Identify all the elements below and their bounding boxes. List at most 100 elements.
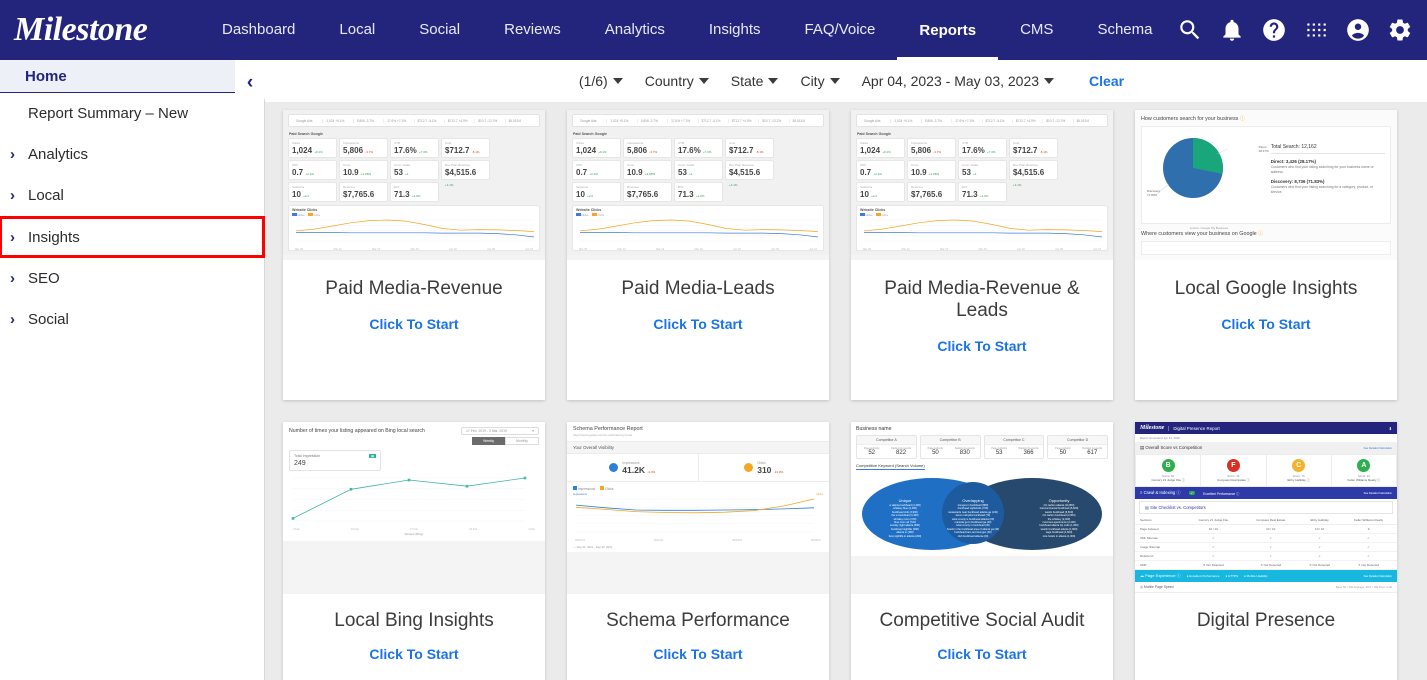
sidebar-item-report-summary-new[interactable]: Report Summary – New	[0, 93, 264, 134]
see-more-link[interactable]: See Detailed Calculation	[1364, 492, 1392, 495]
report-card-local-google-insights[interactable]: How customers search for your business ⓘ…	[1135, 110, 1397, 400]
state-filter-dropdown[interactable]: State	[720, 73, 790, 89]
performance-badge: ✓	[1188, 491, 1196, 495]
nav-link-local[interactable]: Local	[317, 0, 397, 60]
city-filter-dropdown[interactable]: City	[789, 73, 850, 89]
report-card-digital-presence[interactable]: Milestone Digital Presence Report ⬇ Report …	[1135, 422, 1397, 680]
report-card-paid-media-revenue[interactable]: Google Ads 1,024 +9.1% 5,806 -3.7% 17.6% +7…	[283, 110, 545, 400]
click-to-start-link[interactable]: Click To Start	[369, 316, 458, 332]
search-breakdown-pie-chart	[1156, 138, 1228, 198]
sidebar-item-social[interactable]: › Social	[0, 299, 264, 340]
report-card-paid-media-revenue-leads[interactable]: Google Ads 1,024 +9.1% 5,806 -3.7% 17.6% +7…	[851, 110, 1113, 400]
report-card-local-bing-insights[interactable]: Number of times your listing appeared on…	[283, 422, 545, 680]
section-title: ▤ Overall Score vs Competition	[1140, 445, 1203, 450]
metric-tile: Revenue$7,765.6 +17.1%	[623, 182, 672, 209]
nav-link-faq-voice[interactable]: FAQ/Voice	[783, 0, 898, 60]
metric-value: 1,024 +9.1%	[292, 146, 323, 155]
table-header-cell: Keller Williams Realty	[1340, 516, 1397, 525]
paid-media-thumbnail: Google Ads 1,024 +9.1% 5,806 -3.7% 17.6% +7…	[851, 110, 1113, 255]
download-icon[interactable]: ⬇	[1389, 426, 1392, 431]
table-cell: ✓	[1340, 533, 1397, 543]
report-card-schema-performance[interactable]: Schema Performance Report https://www.get…	[567, 422, 829, 680]
metric-tile: CTR 17.6% +7.3%	[958, 138, 1007, 158]
nav-link-schema[interactable]: Schema	[1075, 0, 1174, 60]
metric-delta: -5.1%	[471, 150, 480, 154]
settings-gear-icon[interactable]	[1387, 17, 1413, 43]
sidebar-collapse-button[interactable]: ‹	[235, 60, 265, 106]
metric-delta: +4.0%	[411, 194, 421, 198]
report-card-competitive-social-audit[interactable]: Business name Competitor A Page Authority 5…	[851, 422, 1113, 680]
metric-delta: +1	[973, 172, 977, 176]
thumb-channel-name: Google Ads	[861, 118, 892, 123]
search-stat-row: Direct: 3,426 (28.17%) Customers who find…	[1271, 159, 1385, 174]
report-card-paid-media-leads[interactable]: Google Ads 1,024 +9.1% 5,806 -3.7% 17.6% +7…	[567, 110, 829, 400]
account-icon[interactable]	[1345, 17, 1371, 43]
bell-icon[interactable]	[1219, 17, 1245, 43]
nav-link-analytics[interactable]: Analytics	[583, 0, 687, 60]
report-card-title: Schema Performance	[606, 610, 790, 631]
click-to-start-link[interactable]: Click To Start	[653, 646, 742, 662]
table-cell: 10 / 10	[1184, 524, 1243, 534]
metric-value: 5,806 -3.7%	[911, 146, 942, 155]
milestone-logo[interactable]: Milestone	[0, 11, 200, 49]
see-more-link[interactable]: See Detailed Calculation	[1364, 575, 1392, 578]
sidebar-item-analytics[interactable]: › Analytics	[0, 134, 264, 175]
page-indicator-label: (1/6)	[578, 73, 608, 89]
click-to-start-link[interactable]: Click To Start	[937, 338, 1026, 354]
search-icon[interactable]	[1177, 17, 1203, 43]
clear-filters-button[interactable]: Clear	[1065, 73, 1124, 89]
nav-link-dashboard[interactable]: Dashboard	[200, 0, 317, 60]
metric-tile: ROI 71.3 +4.0%	[958, 182, 1007, 202]
report-thumbnail: Number of times your listing appeared on…	[283, 422, 545, 594]
competitive-social-thumbnail: Business name Competitor A Page Authority 5…	[851, 422, 1113, 556]
metric-delta: +3.08%	[928, 172, 940, 176]
nav-link-insights[interactable]: Insights	[687, 0, 783, 60]
top-nav-icon-group	[1177, 0, 1421, 60]
business-name-label: Business name	[856, 426, 892, 432]
axis-right-label: Clicks	[816, 493, 823, 496]
thumb-topbar-cell: 17.6% +7.3%	[668, 118, 699, 123]
section-title: ≡ Crawl & Indexing ⓘ	[1140, 490, 1181, 495]
bing-tab-weekly[interactable]: Weekly	[472, 437, 506, 445]
page-speed-values: Century 21 Judge Fite56Compass Real Esta…	[1135, 593, 1397, 594]
info-icon: ⓘ	[1239, 116, 1245, 122]
bing-tab-monthly[interactable]: Monthly	[505, 437, 539, 445]
bing-date-control[interactable]: 17 Feb, 2019 - 3 Mar, 2019 ▾	[461, 427, 539, 435]
thumb-topbar-cell: 1,024 +9.1%	[607, 118, 638, 123]
metric-delta: +9.1%	[598, 150, 607, 154]
click-to-start-link[interactable]: Click To Start	[1221, 316, 1310, 332]
help-icon[interactable]	[1261, 17, 1287, 43]
sidebar-item-home[interactable]: Home	[0, 60, 264, 93]
page-indicator-dropdown[interactable]: (1/6)	[568, 73, 634, 89]
see-more-link[interactable]: See Detailed Calculation	[1364, 447, 1392, 450]
bing-title: Number of times your listing appeared on…	[289, 428, 425, 434]
sidebar-item-insights[interactable]: › Insights	[0, 216, 265, 258]
metric-delta: +4.0%	[979, 194, 989, 198]
click-to-start-link[interactable]: Click To Start	[369, 646, 458, 662]
metric-tile: Cost $712.7 -5.1%	[1009, 138, 1058, 158]
competitor-metrics: Page Authority 50 Ranking Keywords 830	[921, 445, 980, 458]
sidebar-item-local[interactable]: › Local	[0, 175, 264, 216]
date-range-dropdown[interactable]: Apr 04, 2023 - May 03, 2023	[851, 73, 1065, 89]
report-thumbnail: Milestone Digital Presence Report ⬇ Report …	[1135, 422, 1397, 594]
thumb-channel-name: Google Ads	[293, 118, 324, 123]
table-cell: 10 / 10	[1242, 524, 1300, 534]
nav-link-reviews[interactable]: Reviews	[482, 0, 583, 60]
nav-link-social[interactable]: Social	[397, 0, 482, 60]
chevron-right-icon: ›	[10, 311, 15, 328]
search-stat-row: Discovery: 8,736 (71.83%) Customers who f…	[1271, 179, 1385, 194]
nav-link-reports[interactable]: Reports	[897, 0, 999, 60]
chevron-right-icon: ›	[10, 270, 15, 287]
sidebar-item-seo[interactable]: › SEO	[0, 258, 264, 299]
click-to-start-link[interactable]: Click To Start	[937, 646, 1026, 662]
nav-link-cms[interactable]: CMS	[998, 0, 1075, 60]
page-speed-stat: Century 21 Judge Fite56	[1135, 593, 1201, 594]
sidebar-item-label: Insights	[28, 228, 80, 246]
metric-tile: Conv. Goals 53 +1	[390, 160, 439, 180]
country-filter-dropdown[interactable]: Country	[634, 73, 720, 89]
table-header-cell: Sections	[1135, 516, 1185, 525]
click-to-start-link[interactable]: Click To Start	[653, 316, 742, 332]
chart-x-axis: Mar 05 Mar 12 Mar 19 Mar 26 Apr 02 Apr 09 Apr …	[292, 248, 536, 251]
apps-grid-icon[interactable]	[1303, 17, 1329, 43]
chevron-down-icon: ▾	[532, 429, 534, 433]
